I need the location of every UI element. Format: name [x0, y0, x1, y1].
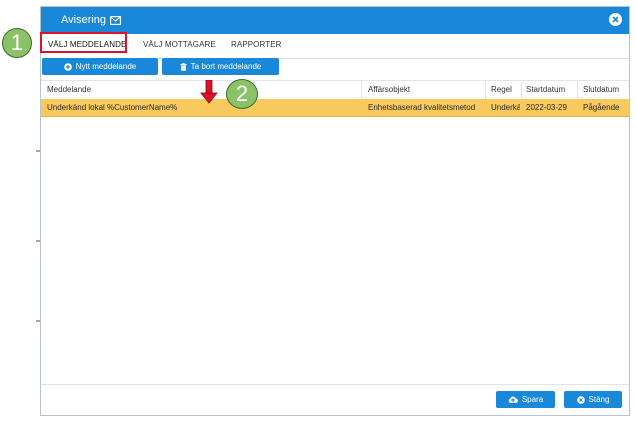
column-header-end[interactable]: Slutdatum — [583, 85, 629, 94]
tab-select-recipients[interactable]: VÄLJ MOTTAGARE — [143, 40, 216, 49]
dialog-footer: Spara Stäng — [41, 384, 629, 415]
close-dialog-button[interactable] — [609, 13, 622, 26]
table-row[interactable]: Underkänd lokal %CustomerName% Enhetsbas… — [41, 99, 629, 117]
delete-message-button[interactable]: Ta bort meddelande — [162, 58, 279, 75]
cell-rule: Underkänd — [491, 103, 520, 112]
arrow-down-icon — [200, 80, 218, 104]
delete-message-label: Ta bort meddelande — [190, 62, 262, 71]
new-message-button[interactable]: Nytt meddelande — [42, 58, 158, 75]
step-marker-1-number: 1 — [10, 30, 24, 55]
dialog-title: Avisering — [61, 14, 121, 26]
envelope-icon — [110, 15, 121, 25]
column-header-start[interactable]: Startdatum — [526, 85, 576, 94]
column-header-object[interactable]: Affärsobjekt — [368, 85, 483, 94]
cloud-upload-icon — [508, 396, 518, 403]
tab-reports[interactable]: RAPPORTER — [231, 40, 282, 49]
new-message-label: Nytt meddelande — [75, 62, 137, 71]
cell-object: Enhetsbaserad kvalitetsmetod — [368, 103, 476, 112]
close-icon — [612, 16, 619, 23]
step-marker-2: 2 — [226, 79, 258, 109]
step-marker-1: 1 — [2, 28, 32, 58]
dialog-title-text: Avisering — [61, 14, 107, 26]
toolbar: Nytt meddelande Ta bort meddelande — [41, 58, 629, 80]
tab-highlight-box — [40, 32, 127, 53]
column-header-rule[interactable]: Regel — [491, 85, 521, 94]
tab-bar: VÄLJ MEDDELANDE VÄLJ MOTTAGARE RAPPORTER — [41, 34, 629, 59]
plus-circle-icon — [63, 62, 72, 71]
cell-end-date: Pågående — [583, 103, 620, 112]
save-label: Spara — [521, 395, 544, 404]
save-button[interactable]: Spara — [496, 391, 555, 408]
close-label: Stäng — [588, 395, 610, 404]
dialog-titlebar: Avisering — [41, 7, 629, 34]
close-button[interactable]: Stäng — [564, 391, 622, 408]
background-panel — [0, 0, 40, 422]
notification-dialog: Avisering VÄLJ MEDDELANDE VÄLJ MOTTAGARE… — [40, 6, 630, 416]
table-header: Meddelande Affärsobjekt Regel Startdatum… — [41, 81, 629, 100]
trash-icon — [180, 62, 187, 71]
message-table: Meddelande Affärsobjekt Regel Startdatum… — [41, 80, 629, 391]
close-circle-icon — [576, 395, 585, 404]
step-marker-2-number: 2 — [235, 81, 249, 106]
cell-start-date: 2022-03-29 — [526, 103, 567, 112]
cell-message: Underkänd lokal %CustomerName% — [47, 103, 178, 112]
